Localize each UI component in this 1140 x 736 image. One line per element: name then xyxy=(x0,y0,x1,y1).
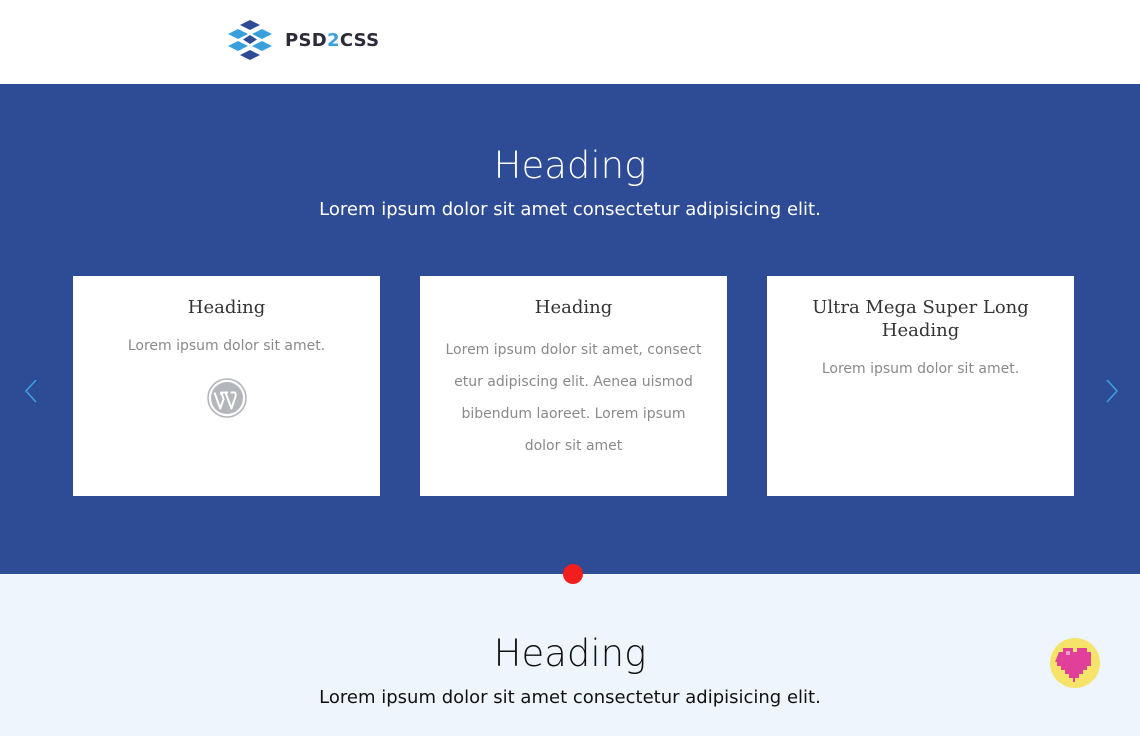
section-title: Heading xyxy=(493,632,647,675)
content-section: Heading Lorem ipsum dolor sit amet conse… xyxy=(0,574,1140,736)
chevron-left-icon[interactable] xyxy=(22,376,42,406)
wordpress-icon xyxy=(206,378,247,418)
card-text: Lorem ipsum dolor sit amet. xyxy=(127,338,326,354)
slide-card: Heading Lorem ipsum dolor sit amet, cons… xyxy=(420,276,727,496)
psd2css-logo-icon xyxy=(228,20,272,60)
card-text: Lorem ipsum dolor sit amet. xyxy=(821,361,1020,377)
carousel-dot-active[interactable] xyxy=(563,564,583,584)
brand-name: PSD2CSS xyxy=(285,29,380,51)
slide-card: Heading Lorem ipsum dolor sit amet. xyxy=(73,276,380,496)
hero-subtitle: Lorem ipsum dolor sit amet consectetur a… xyxy=(319,199,821,220)
chevron-right-icon[interactable] xyxy=(1101,376,1121,406)
slide-card: Ultra Mega Super Long Heading Lorem ipsu… xyxy=(767,276,1074,496)
heart-button[interactable] xyxy=(1050,638,1100,688)
hero-title: Heading xyxy=(493,144,647,187)
site-header: PSD2CSS xyxy=(0,0,1140,84)
section-subtitle: Lorem ipsum dolor sit amet consectetur a… xyxy=(319,687,821,708)
heart-icon xyxy=(1055,648,1091,682)
card-text: Lorem ipsum dolor sit amet, consect etur… xyxy=(445,342,702,454)
card-title: Heading xyxy=(534,297,613,318)
card-title: Heading xyxy=(187,297,266,318)
brand-logo[interactable]: PSD2CSS xyxy=(226,20,379,60)
card-title: Ultra Mega Super Long Heading xyxy=(812,297,1029,341)
hero-section: Heading Lorem ipsum dolor sit amet conse… xyxy=(0,84,1140,574)
